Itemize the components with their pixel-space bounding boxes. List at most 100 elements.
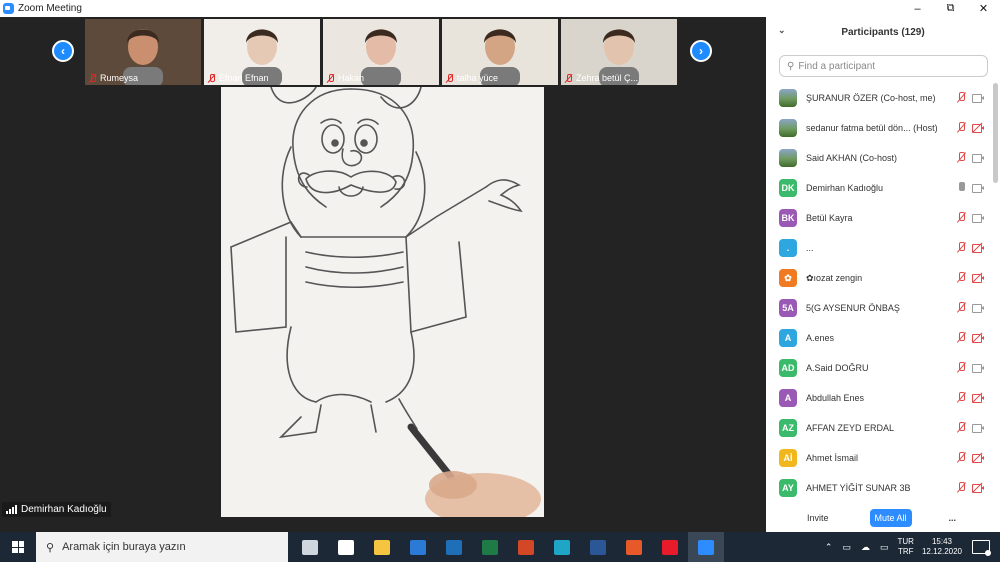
camera-off-icon	[972, 392, 984, 403]
video-thumbnail[interactable]: talha yüce	[442, 19, 558, 85]
thumbnail-name: Zehra betül Ç...	[576, 73, 639, 83]
language-code: TUR	[897, 537, 914, 546]
participant-status	[956, 392, 984, 403]
windows-taskbar: ⚲ ⌃ ▭ ☁ ▭ TUR TRF 15:43 12.12.2020	[0, 532, 1000, 562]
clock-time: 15:43	[931, 537, 952, 546]
participant-status	[956, 362, 984, 373]
muted-mic-icon	[207, 73, 216, 83]
excel-icon	[482, 539, 498, 555]
mic-muted-icon	[956, 212, 966, 223]
taskbar-app-edge[interactable]	[544, 532, 580, 562]
taskbar-app-store[interactable]	[328, 532, 364, 562]
participant-status	[956, 332, 984, 343]
taskbar-app-zoom[interactable]	[688, 532, 724, 562]
zoom-icon	[698, 539, 714, 555]
word-icon	[590, 539, 606, 555]
participant-row[interactable]: AZ AFFAN ZEYD ERDAL	[766, 413, 992, 443]
avatar: AD	[779, 359, 797, 377]
mic-muted-icon	[956, 242, 966, 253]
taskbar-search-input[interactable]	[62, 541, 263, 553]
volume-icon[interactable]: ▭	[880, 542, 889, 553]
start-button[interactable]	[0, 532, 36, 562]
camera-icon	[972, 153, 984, 163]
participant-list-scrollbar[interactable]	[993, 83, 998, 183]
keyboard-layout: TRF	[897, 547, 914, 556]
participant-search-input[interactable]	[798, 60, 979, 72]
participant-name: ŞURANUR ÖZER (Co-host, me)	[806, 93, 936, 103]
invite-button[interactable]: Invite	[807, 513, 829, 523]
taskbar-app-task-view[interactable]	[292, 532, 328, 562]
muted-mic-icon	[88, 73, 97, 83]
mic-icon	[956, 182, 966, 193]
mic-muted-icon	[956, 92, 966, 103]
participant-search[interactable]: ⚲	[779, 55, 988, 77]
app-blue-icon	[446, 539, 462, 555]
thumbnail-label: Hakan	[326, 73, 364, 83]
window-title: Zoom Meeting	[18, 3, 82, 14]
file-explorer-icon	[374, 539, 390, 555]
prev-page-button[interactable]: ‹	[52, 40, 74, 62]
close-button[interactable]: ✕	[967, 0, 1000, 17]
participant-row[interactable]: A Abdullah Enes	[766, 383, 992, 413]
participant-row[interactable]: ....	[766, 233, 992, 263]
avatar	[779, 149, 797, 167]
maximize-button[interactable]: ⧉	[934, 0, 967, 17]
taskbar-app-word[interactable]	[580, 532, 616, 562]
language-indicator[interactable]: TUR TRF	[898, 537, 914, 557]
taskbar-search[interactable]: ⚲	[36, 532, 288, 562]
taskbar-app-app-blue[interactable]	[436, 532, 472, 562]
participant-row[interactable]: sedanur fatma betül dön... (Host)	[766, 113, 992, 143]
collapse-chevron-icon[interactable]: ⌄	[778, 25, 786, 36]
mic-muted-icon	[956, 452, 966, 463]
video-thumbnail[interactable]: Efnan Efnan	[204, 19, 320, 85]
taskbar-app-excel[interactable]	[472, 532, 508, 562]
video-thumbnail[interactable]: Zehra betül Ç...	[561, 19, 677, 85]
participants-footer: Invite Mute All ...	[766, 504, 1000, 532]
participant-name: A.enes	[806, 333, 835, 343]
taskbar-clock[interactable]: 15:43 12.12.2020	[922, 537, 962, 557]
taskbar-app-office[interactable]	[616, 532, 652, 562]
minimize-button[interactable]: –	[901, 0, 934, 17]
next-page-button[interactable]: ›	[690, 40, 712, 62]
active-speaker-video[interactable]	[221, 87, 544, 517]
participants-panel: ⌄ Participants (129) ⚲ ŞURANUR ÖZER (Co-…	[766, 17, 1000, 532]
participant-row[interactable]: AD A.Said DOĞRU	[766, 353, 992, 383]
camera-off-icon	[972, 482, 984, 493]
cloud-icon[interactable]: ☁	[861, 542, 870, 553]
taskbar-app-powerpoint[interactable]	[508, 532, 544, 562]
camera-icon	[972, 93, 984, 103]
opera-icon	[662, 539, 678, 555]
tray-overflow-icon[interactable]: ⌃	[825, 542, 833, 553]
video-thumbnail[interactable]: Hakan	[323, 19, 439, 85]
participant-row[interactable]: ✿ ✿ıozat zengin	[766, 263, 992, 293]
participant-name: A.Said DOĞRU	[806, 363, 869, 373]
participant-row[interactable]: DK Demirhan Kadıoğlu	[766, 173, 992, 203]
office-icon	[626, 539, 642, 555]
participant-row[interactable]: 5A 5(G AYSENUR ÖNBAŞ	[766, 293, 992, 323]
participant-row[interactable]: Aİ Ahmet İsmail	[766, 443, 992, 473]
video-thumbnail[interactable]: Rumeysa	[85, 19, 201, 85]
mute-all-button[interactable]: Mute All	[869, 509, 912, 527]
participant-status	[956, 242, 984, 253]
avatar: AZ	[779, 419, 797, 437]
participant-name: AHMET YİĞİT SUNAR 3B	[806, 483, 911, 493]
participant-list: ŞURANUR ÖZER (Co-host, me) sedanur fatma …	[766, 83, 992, 503]
participant-name: Demirhan Kadıoğlu	[806, 183, 884, 193]
taskbar-app-opera[interactable]	[652, 532, 688, 562]
muted-mic-icon	[564, 73, 573, 83]
participant-name: Said AKHAN (Co-host)	[806, 153, 898, 163]
mic-muted-icon	[956, 302, 966, 313]
participant-row[interactable]: Said AKHAN (Co-host)	[766, 143, 992, 173]
more-options-button[interactable]: ...	[949, 513, 957, 523]
participant-row[interactable]: AY AHMET YİĞİT SUNAR 3B	[766, 473, 992, 503]
participant-row[interactable]: BK Betül Kayra	[766, 203, 992, 233]
mic-muted-icon	[956, 392, 966, 403]
network-icon[interactable]: ▭	[842, 542, 851, 553]
participant-row[interactable]: A A.enes	[766, 323, 992, 353]
avatar: .	[779, 239, 797, 257]
notifications-icon[interactable]	[972, 540, 991, 556]
window-titlebar: Zoom Meeting – ⧉ ✕	[0, 0, 1000, 17]
participant-row[interactable]: ŞURANUR ÖZER (Co-host, me)	[766, 83, 992, 113]
taskbar-app-file-explorer[interactable]	[364, 532, 400, 562]
taskbar-app-remote-desktop[interactable]	[400, 532, 436, 562]
